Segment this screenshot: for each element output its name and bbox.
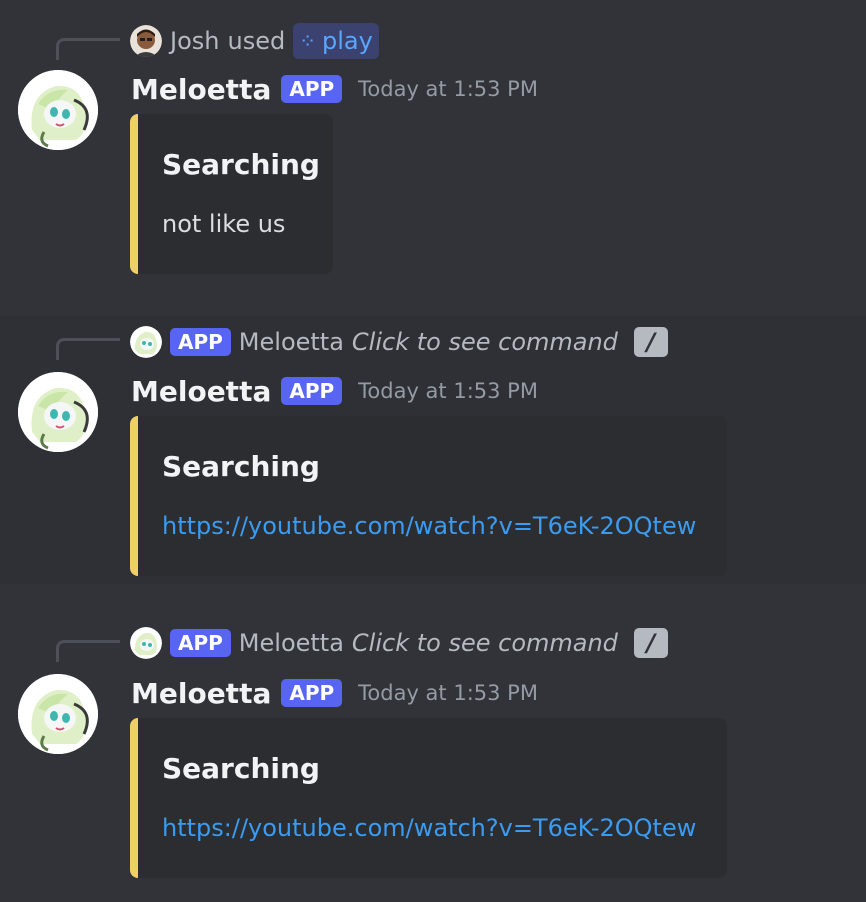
reply-reference[interactable]: APP Meloetta Click to see command / bbox=[130, 323, 668, 361]
reply-connector bbox=[56, 38, 120, 60]
reply-reference[interactable]: APP Meloetta Click to see command / bbox=[130, 624, 668, 662]
meloetta-avatar[interactable] bbox=[18, 372, 98, 452]
command-name: play bbox=[321, 27, 373, 55]
username[interactable]: Meloetta bbox=[131, 375, 271, 408]
app-badge: APP bbox=[281, 377, 343, 405]
meloetta-mini-avatar[interactable] bbox=[130, 627, 162, 659]
message: APP Meloetta Click to see command / Melo… bbox=[0, 316, 866, 584]
reply-username[interactable]: Meloetta bbox=[239, 328, 344, 356]
meloetta-avatar[interactable] bbox=[18, 674, 98, 754]
message: APP Meloetta Click to see command / Melo… bbox=[0, 600, 866, 902]
reply-username[interactable]: Josh bbox=[170, 27, 219, 55]
see-command-hint[interactable]: Click to see command bbox=[352, 629, 618, 657]
josh-avatar[interactable] bbox=[130, 25, 162, 57]
command-mention[interactable]: ⁘ play bbox=[293, 23, 379, 59]
slash-command-icon: ⁘ bbox=[299, 29, 316, 53]
reply-reference[interactable]: Josh used ⁘ play bbox=[130, 22, 379, 60]
message: Josh used ⁘ play Meloetta APP Today at 1… bbox=[0, 0, 866, 302]
app-badge: APP bbox=[281, 75, 343, 103]
reply-connector bbox=[56, 640, 120, 662]
meloetta-avatar[interactable] bbox=[18, 70, 98, 150]
slash-icon[interactable]: / bbox=[633, 327, 668, 357]
slash-icon[interactable]: / bbox=[633, 628, 668, 658]
embed: Searching https://youtube.com/watch?v=T6… bbox=[130, 416, 727, 576]
embed-title: Searching bbox=[162, 752, 320, 785]
embed-description: not like us bbox=[162, 210, 286, 238]
reply-connector bbox=[56, 338, 120, 360]
app-badge: APP bbox=[281, 679, 343, 707]
embed-link[interactable]: https://youtube.com/watch?v=T6eK-2OQtew bbox=[162, 512, 696, 540]
reply-username[interactable]: Meloetta bbox=[239, 629, 344, 657]
embed-title: Searching bbox=[162, 450, 320, 483]
embed: Searching https://youtube.com/watch?v=T6… bbox=[130, 718, 727, 878]
app-badge: APP bbox=[170, 629, 231, 657]
see-command-hint[interactable]: Click to see command bbox=[352, 328, 618, 356]
username[interactable]: Meloetta bbox=[131, 677, 271, 710]
embed-title: Searching bbox=[162, 148, 320, 181]
meloetta-mini-avatar[interactable] bbox=[130, 326, 162, 358]
embed-link[interactable]: https://youtube.com/watch?v=T6eK-2OQtew bbox=[162, 814, 696, 842]
message-header: Meloetta APP Today at 1:53 PM bbox=[131, 372, 538, 410]
username[interactable]: Meloetta bbox=[131, 73, 271, 106]
reply-used-text: used bbox=[227, 27, 286, 55]
timestamp[interactable]: Today at 1:53 PM bbox=[358, 379, 538, 403]
embed: Searching not like us bbox=[130, 114, 333, 274]
message-header: Meloetta APP Today at 1:53 PM bbox=[131, 674, 538, 712]
timestamp[interactable]: Today at 1:53 PM bbox=[358, 77, 538, 101]
app-badge: APP bbox=[170, 328, 231, 356]
message-header: Meloetta APP Today at 1:53 PM bbox=[131, 70, 538, 108]
timestamp[interactable]: Today at 1:53 PM bbox=[358, 681, 538, 705]
